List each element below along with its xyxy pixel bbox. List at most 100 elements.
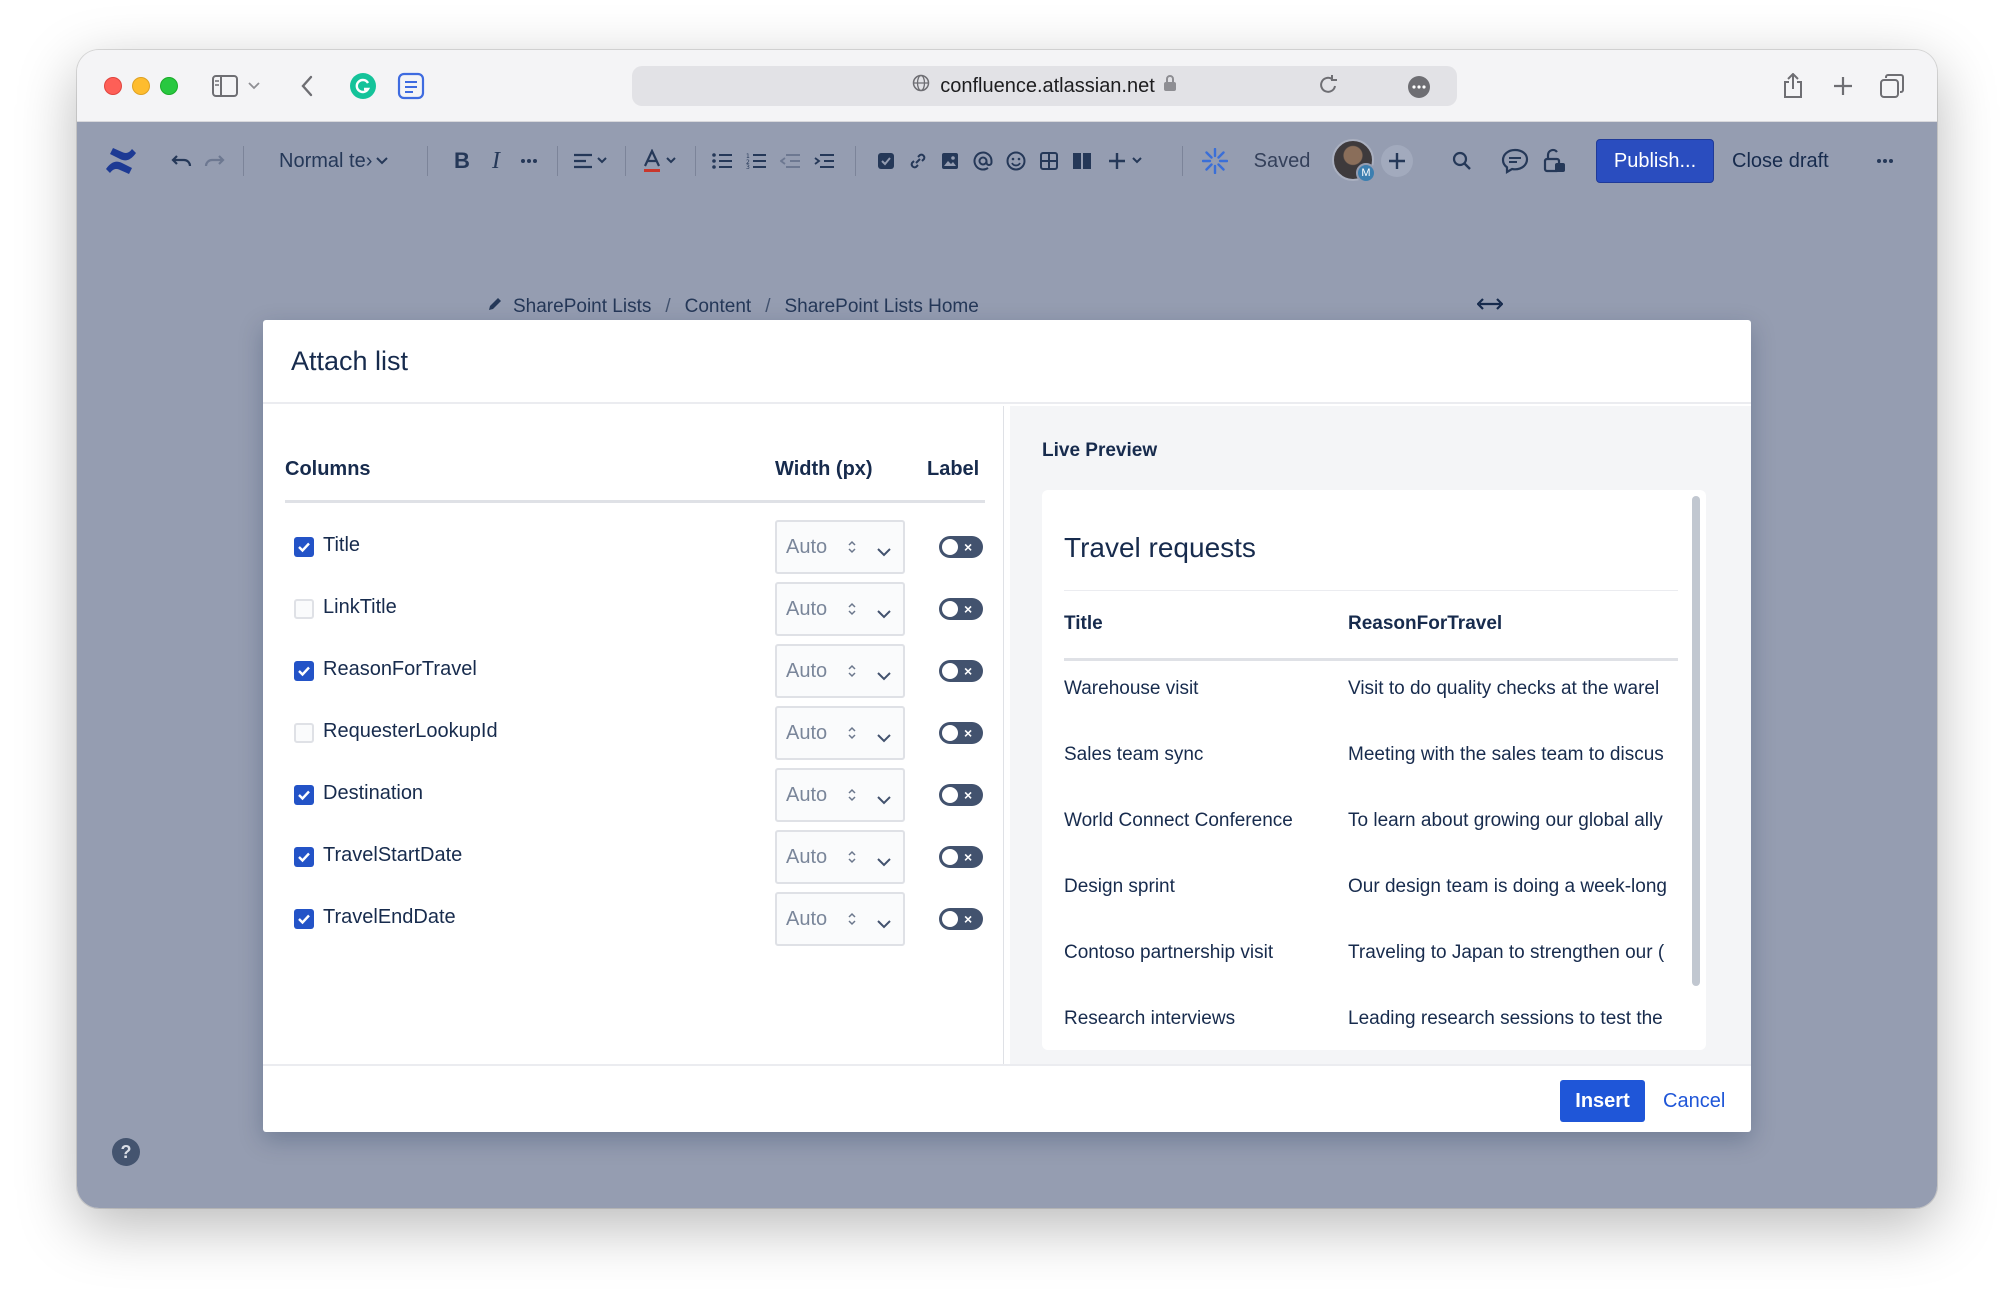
chevron-down-icon[interactable] bbox=[877, 788, 891, 811]
expand-width-icon[interactable] bbox=[1476, 294, 1504, 317]
width-select[interactable]: Auto bbox=[775, 582, 905, 636]
breadcrumb-item[interactable]: SharePoint Lists bbox=[513, 296, 651, 318]
label-toggle[interactable]: × bbox=[939, 784, 983, 806]
search-icon[interactable] bbox=[1447, 141, 1477, 181]
tab-overview-icon[interactable] bbox=[1876, 70, 1908, 102]
table-icon[interactable] bbox=[1034, 141, 1064, 181]
chevron-down-icon[interactable] bbox=[877, 664, 891, 687]
column-row: RequesterLookupId Auto × bbox=[285, 704, 985, 762]
width-select[interactable]: Auto bbox=[775, 520, 905, 574]
mention-icon[interactable] bbox=[968, 141, 998, 181]
stepper-icon[interactable] bbox=[847, 786, 857, 810]
close-window-button[interactable] bbox=[104, 77, 122, 95]
chevron-down-icon[interactable] bbox=[877, 850, 891, 873]
text-style-dropdown[interactable]: Normal te› bbox=[279, 141, 395, 181]
new-tab-icon[interactable] bbox=[1827, 70, 1859, 102]
column-checkbox[interactable] bbox=[294, 847, 314, 867]
width-select[interactable]: Auto bbox=[775, 706, 905, 760]
label-toggle[interactable]: × bbox=[939, 722, 983, 744]
comment-icon[interactable] bbox=[1499, 141, 1531, 181]
image-icon[interactable] bbox=[935, 141, 965, 181]
insert-button[interactable]: Insert bbox=[1560, 1080, 1645, 1122]
stepper-icon[interactable] bbox=[847, 910, 857, 934]
emoji-icon[interactable] bbox=[1001, 141, 1031, 181]
alignment-dropdown-icon[interactable] bbox=[567, 141, 615, 181]
column-row: LinkTitle Auto × bbox=[285, 580, 985, 638]
italic-icon[interactable]: I bbox=[481, 141, 511, 181]
label-toggle[interactable]: × bbox=[939, 660, 983, 682]
bullet-list-icon[interactable] bbox=[707, 141, 737, 181]
column-checkbox[interactable] bbox=[294, 909, 314, 929]
label-toggle[interactable]: × bbox=[939, 536, 983, 558]
action-item-icon[interactable] bbox=[871, 141, 901, 181]
width-select[interactable]: Auto bbox=[775, 830, 905, 884]
share-icon[interactable] bbox=[1777, 70, 1809, 102]
layouts-icon[interactable] bbox=[1067, 141, 1097, 181]
stepper-icon[interactable] bbox=[847, 662, 857, 686]
indent-icon[interactable] bbox=[809, 141, 839, 181]
minimize-window-button[interactable] bbox=[132, 77, 150, 95]
chevron-down-icon[interactable] bbox=[243, 70, 265, 102]
saved-status: Saved bbox=[1253, 149, 1311, 172]
width-value: Auto bbox=[786, 845, 828, 868]
link-icon[interactable] bbox=[903, 141, 933, 181]
bold-icon[interactable]: B bbox=[447, 141, 477, 181]
column-row: TravelEndDate Auto × bbox=[285, 890, 985, 948]
help-button[interactable]: ? bbox=[112, 1138, 140, 1166]
column-checkbox[interactable] bbox=[294, 537, 314, 557]
chevron-down-icon[interactable] bbox=[877, 726, 891, 749]
live-preview-panel: Live Preview Travel requests Title Reaso… bbox=[1010, 406, 1751, 1064]
stepper-icon[interactable] bbox=[847, 600, 857, 624]
grammarly-extension-icon[interactable] bbox=[347, 70, 379, 102]
more-actions-icon[interactable] bbox=[1870, 141, 1900, 181]
reload-icon[interactable] bbox=[1317, 73, 1339, 97]
label-toggle[interactable]: × bbox=[939, 908, 983, 930]
column-checkbox[interactable] bbox=[294, 661, 314, 681]
breadcrumb-item[interactable]: SharePoint Lists Home bbox=[784, 296, 978, 318]
invite-collaborator-icon[interactable] bbox=[1380, 141, 1414, 181]
preview-scrollbar[interactable] bbox=[1692, 496, 1700, 986]
outdent-icon[interactable] bbox=[775, 141, 805, 181]
label-toggle[interactable]: × bbox=[939, 598, 983, 620]
stepper-icon[interactable] bbox=[847, 848, 857, 872]
ai-sparkle-icon[interactable] bbox=[1199, 141, 1231, 181]
text-color-icon[interactable] bbox=[637, 141, 685, 181]
preview-row: Contoso partnership visit Traveling to Ja… bbox=[1064, 942, 1678, 1008]
notes-extension-icon[interactable] bbox=[395, 70, 427, 102]
insert-more-icon[interactable] bbox=[1105, 141, 1149, 181]
stepper-icon[interactable] bbox=[847, 538, 857, 562]
chevron-down-icon[interactable] bbox=[877, 540, 891, 563]
numbered-list-icon[interactable]: 123 bbox=[741, 141, 771, 181]
unlock-icon[interactable] bbox=[1539, 141, 1571, 181]
width-select[interactable]: Auto bbox=[775, 768, 905, 822]
breadcrumb-item[interactable]: Content bbox=[685, 296, 752, 318]
toggle-knob bbox=[942, 787, 958, 803]
address-bar[interactable]: confluence.atlassian.net bbox=[632, 66, 1457, 106]
column-checkbox[interactable] bbox=[294, 723, 314, 743]
confluence-logo-icon[interactable] bbox=[101, 141, 141, 181]
sidebar-toggle-icon[interactable] bbox=[209, 70, 241, 102]
width-select[interactable]: Auto bbox=[775, 644, 905, 698]
preview-cell-title: Contoso partnership visit bbox=[1064, 942, 1274, 963]
toolbar-divider bbox=[625, 146, 626, 176]
lock-icon bbox=[1163, 74, 1177, 98]
undo-icon[interactable] bbox=[167, 141, 197, 181]
preview-header-title: Title bbox=[1064, 613, 1103, 634]
close-draft-button[interactable]: Close draft bbox=[1732, 139, 1829, 183]
more-formatting-icon[interactable] bbox=[514, 141, 544, 181]
more-options-icon[interactable] bbox=[1407, 75, 1431, 99]
chevron-down-icon[interactable] bbox=[877, 602, 891, 625]
column-checkbox[interactable] bbox=[294, 599, 314, 619]
column-checkbox[interactable] bbox=[294, 785, 314, 805]
back-arrow-icon[interactable] bbox=[291, 70, 323, 102]
width-select[interactable]: Auto bbox=[775, 892, 905, 946]
publish-button[interactable]: Publish... bbox=[1596, 139, 1714, 183]
chevron-down-icon[interactable] bbox=[877, 912, 891, 935]
cancel-button[interactable]: Cancel bbox=[1657, 1080, 1731, 1122]
redo-icon[interactable] bbox=[199, 141, 229, 181]
toggle-knob bbox=[942, 601, 958, 617]
column-name: Title bbox=[323, 534, 361, 556]
stepper-icon[interactable] bbox=[847, 724, 857, 748]
label-toggle[interactable]: × bbox=[939, 846, 983, 868]
zoom-window-button[interactable] bbox=[160, 77, 178, 95]
